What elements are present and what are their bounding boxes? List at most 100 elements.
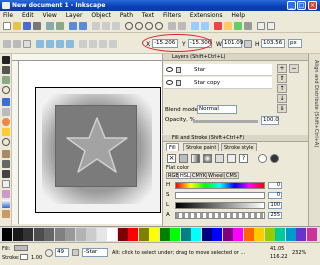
raise-layer-top-icon[interactable]: ⇑ xyxy=(277,74,287,83)
palette-swatch[interactable] xyxy=(212,228,222,241)
import-icon[interactable] xyxy=(46,22,54,30)
lock-icon[interactable] xyxy=(176,80,181,86)
h-field[interactable]: 103.56 xyxy=(261,39,285,48)
spray-tool-icon[interactable] xyxy=(2,190,10,198)
palette-swatch[interactable] xyxy=(86,228,96,241)
palette-swatch[interactable] xyxy=(191,228,201,241)
star-shape[interactable] xyxy=(56,106,138,188)
lower-layer-bottom-icon[interactable]: ⇓ xyxy=(277,104,287,113)
select-all-icon[interactable] xyxy=(3,40,11,48)
palette-swatch[interactable] xyxy=(243,228,254,241)
lightness-slider[interactable] xyxy=(175,202,265,209)
palette-swatch[interactable] xyxy=(254,228,264,241)
rectangle-tool-icon[interactable] xyxy=(2,98,10,106)
linear-gradient-button[interactable] xyxy=(191,154,200,163)
ellipse-tool-icon[interactable] xyxy=(2,118,10,126)
spiral-tool-icon[interactable] xyxy=(2,138,10,146)
no-paint-button[interactable]: × xyxy=(167,154,176,163)
palette-swatch[interactable] xyxy=(23,228,33,241)
raise-to-top-icon[interactable] xyxy=(79,40,87,48)
zoom-selection-icon[interactable] xyxy=(125,22,133,30)
raise-layer-icon[interactable]: ↑ xyxy=(277,84,287,93)
saturation-slider[interactable] xyxy=(175,192,265,199)
add-layer-button[interactable]: + xyxy=(277,64,287,73)
lock-ratio-icon[interactable] xyxy=(244,40,252,48)
zoom-drawing-icon[interactable] xyxy=(135,22,143,30)
menu-filters[interactable]: Filters xyxy=(163,12,181,19)
text-tool-icon[interactable] xyxy=(2,180,10,188)
eye-toggle-icon[interactable] xyxy=(72,249,79,256)
print-icon[interactable] xyxy=(33,22,41,30)
blend-mode-select[interactable]: Normal xyxy=(197,105,237,114)
minimize-button[interactable]: _ xyxy=(287,1,296,10)
palette-swatch[interactable] xyxy=(296,228,306,241)
dropper-tool-icon[interactable] xyxy=(2,210,10,218)
calligraphy-tool-icon[interactable] xyxy=(2,170,10,178)
fill-rule-evenodd-icon[interactable] xyxy=(258,154,267,163)
saturation-value[interactable]: 0 xyxy=(268,192,282,199)
paste-icon[interactable] xyxy=(112,22,120,30)
layer-select[interactable]: -Star xyxy=(82,248,108,257)
new-document-icon[interactable] xyxy=(3,22,11,30)
xml-editor-icon[interactable] xyxy=(234,22,242,30)
fill-rule-nonzero-icon[interactable] xyxy=(270,154,279,163)
tab-align-distribute[interactable]: Align and Distribute (Shift+Ctrl+A) xyxy=(311,60,319,147)
flip-horizontal-icon[interactable] xyxy=(56,40,64,48)
menu-extensions[interactable]: Extensions xyxy=(190,12,223,19)
pen-tool-icon[interactable] xyxy=(2,160,10,168)
export-icon[interactable] xyxy=(56,22,64,30)
rotate-ccw-icon[interactable] xyxy=(36,40,44,48)
fill-stroke-icon[interactable] xyxy=(214,22,222,30)
document-properties-icon[interactable] xyxy=(267,22,275,30)
flat-color-button[interactable] xyxy=(179,154,188,163)
gradient-tool-icon[interactable] xyxy=(2,200,10,208)
palette-swatch[interactable] xyxy=(285,228,296,241)
swatch-button[interactable] xyxy=(227,154,236,163)
menu-edit[interactable]: Edit xyxy=(22,12,34,19)
tweak-tool-icon[interactable] xyxy=(2,76,10,84)
palette-swatch[interactable] xyxy=(2,228,12,241)
layer-row[interactable]: Star copy xyxy=(164,77,272,89)
maximize-button[interactable]: □ xyxy=(297,1,306,10)
palette-swatch[interactable] xyxy=(149,228,159,241)
undo-icon[interactable] xyxy=(69,22,77,30)
palette-swatch[interactable] xyxy=(180,228,191,241)
palette-swatch[interactable] xyxy=(107,228,117,241)
clone-icon[interactable] xyxy=(178,22,186,30)
zoom-width-icon[interactable] xyxy=(155,22,163,30)
hue-value[interactable]: 0 xyxy=(268,182,282,189)
cut-icon[interactable] xyxy=(102,22,110,30)
pencil-tool-icon[interactable] xyxy=(2,150,10,158)
unset-paint-button[interactable]: ? xyxy=(239,154,248,163)
zoom-tool-icon[interactable] xyxy=(2,86,10,94)
menu-help[interactable]: Help xyxy=(231,12,245,19)
palette-swatch[interactable] xyxy=(275,228,285,241)
unit-select[interactable]: px xyxy=(288,39,302,48)
star-tool-icon[interactable] xyxy=(2,128,10,136)
copy-icon[interactable] xyxy=(92,22,100,30)
select-all-layers-icon[interactable] xyxy=(13,40,21,48)
deselect-icon[interactable] xyxy=(23,40,31,48)
palette-swatch[interactable] xyxy=(12,228,23,241)
gray-square[interactable] xyxy=(55,105,137,187)
statusbar-opacity-field[interactable]: 49 xyxy=(55,248,69,257)
palette-swatch[interactable] xyxy=(75,228,86,241)
menu-path[interactable]: Path xyxy=(120,12,133,19)
lower-layer-icon[interactable]: ↓ xyxy=(277,94,287,103)
palette-swatch[interactable] xyxy=(138,228,149,241)
preferences-icon[interactable] xyxy=(257,22,265,30)
duplicate-icon[interactable] xyxy=(168,22,176,30)
palette-swatch[interactable] xyxy=(159,228,170,241)
hue-slider[interactable] xyxy=(175,182,265,189)
3d-box-tool-icon[interactable] xyxy=(2,108,10,116)
stroke-swatch[interactable] xyxy=(20,254,28,260)
lock-icon[interactable] xyxy=(176,67,181,73)
palette-swatch[interactable] xyxy=(44,228,54,241)
text-font-icon[interactable] xyxy=(224,22,232,30)
node-tool-icon[interactable] xyxy=(2,66,10,74)
palette-swatch[interactable] xyxy=(233,228,243,241)
w-field[interactable]: 101.09 xyxy=(222,39,243,48)
lower-icon[interactable] xyxy=(99,40,107,48)
lightness-value[interactable]: 100 xyxy=(268,202,282,209)
alpha-value[interactable]: 255 xyxy=(268,212,282,219)
